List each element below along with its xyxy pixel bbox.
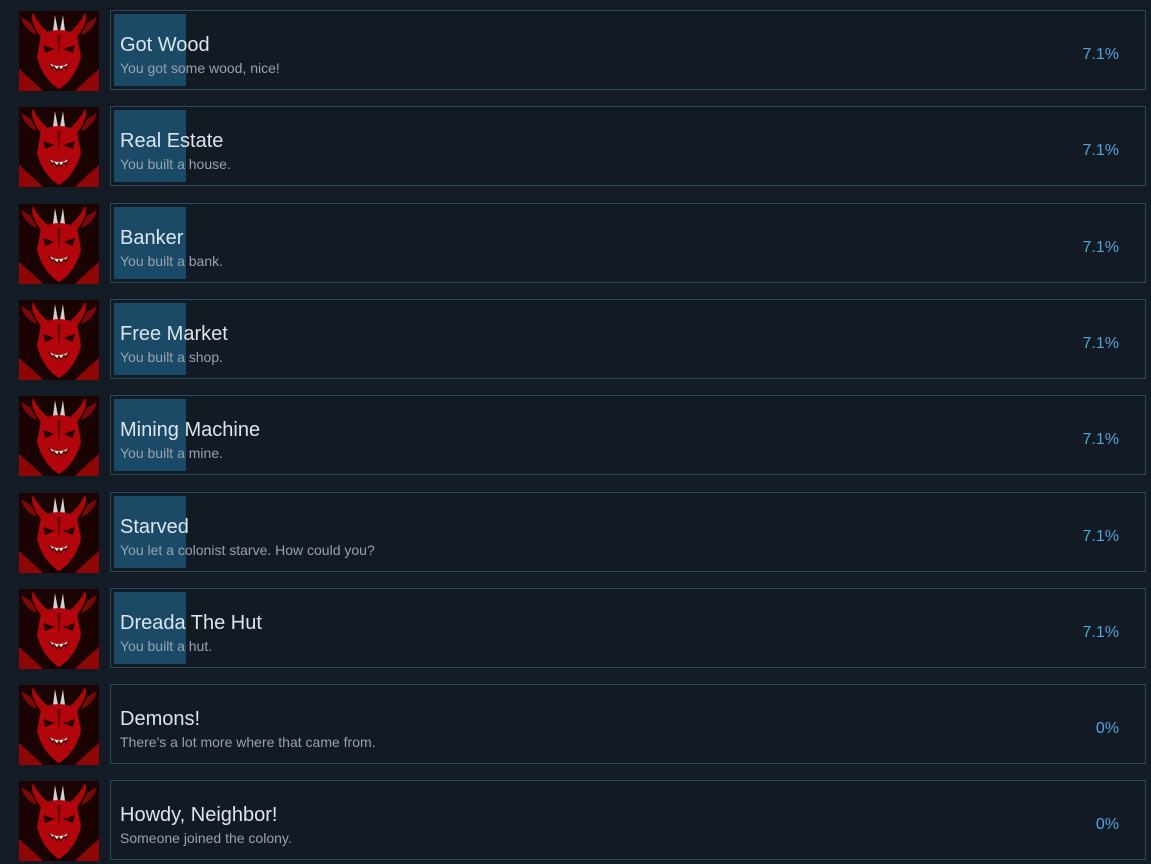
- achievement-panel: Free Market You built a shop. 7.1%: [110, 298, 1146, 379]
- unlock-percentage: 7.1%: [1082, 334, 1119, 352]
- achievement-description: You built a hut.: [120, 637, 213, 654]
- achievement-panel: Howdy, Neighbor! Someone joined the colo…: [110, 780, 1146, 861]
- achievement-description: You built a mine.: [120, 445, 223, 462]
- achievement-description: You built a shop.: [120, 348, 224, 365]
- achievement-description: You got some wood, nice!: [120, 60, 280, 76]
- achievement-row: Got Wood You got some wood, nice! 7.1%: [0, 10, 1151, 91]
- achievement-title: Real Estate: [120, 130, 224, 153]
- achievement-row: Starved You let a colonist starve. How c…: [0, 491, 1151, 573]
- achievement-description: There's a lot more where that came from.: [120, 734, 376, 751]
- achievement-title: Free Market: [120, 322, 228, 345]
- achievement-description: You let a colonist starve. How could you…: [120, 541, 375, 558]
- achievement-panel: Real Estate You built a house. 7.1%: [110, 106, 1146, 187]
- achievement-row: Dreada The Hut You built a hut. 7.1%: [0, 587, 1151, 669]
- achievement-row: Free Market You built a shop. 7.1%: [0, 298, 1151, 380]
- red-demon-icon: [19, 685, 99, 766]
- red-demon-icon: [19, 781, 99, 862]
- achievement-panel: Dreada The Hut You built a hut. 7.1%: [110, 587, 1146, 668]
- red-demon-icon: [19, 492, 99, 573]
- unlock-percentage: 0%: [1095, 720, 1119, 738]
- achievement-title: Got Wood: [120, 34, 210, 56]
- achievement-row: Mining Machine You built a mine. 7.1%: [0, 395, 1151, 477]
- achievement-row: Demons! There's a lot more where that ca…: [0, 684, 1151, 766]
- achievement-title: Demons!: [120, 708, 201, 731]
- achievement-description: You built a bank.: [120, 252, 224, 269]
- red-demon-icon: [19, 203, 99, 284]
- unlock-percentage: 7.1%: [1082, 46, 1119, 63]
- achievement-row: Banker You built a bank. 7.1%: [0, 202, 1151, 284]
- achievement-row: Real Estate You built a house. 7.1%: [0, 106, 1151, 188]
- achievement-panel: Got Wood You got some wood, nice! 7.1%: [110, 10, 1146, 90]
- unlock-percentage: 7.1%: [1082, 238, 1119, 256]
- achievement-title: Howdy, Neighbor!: [120, 804, 278, 827]
- unlock-percentage: 7.1%: [1082, 142, 1119, 160]
- achievement-panel: Demons! There's a lot more where that ca…: [110, 684, 1146, 765]
- red-demon-icon: [19, 588, 99, 669]
- achievement-title: Starved: [120, 515, 189, 538]
- unlock-percentage: 7.1%: [1082, 527, 1119, 545]
- unlock-percentage: 7.1%: [1082, 431, 1119, 449]
- unlock-percentage: 7.1%: [1082, 623, 1119, 641]
- achievement-title: Dreada The Hut: [120, 611, 262, 634]
- unlock-percentage: 0%: [1095, 816, 1119, 834]
- red-demon-icon: [19, 396, 99, 477]
- achievement-description: You built a house.: [120, 156, 231, 173]
- red-demon-icon: [19, 11, 99, 91]
- red-demon-icon: [19, 299, 99, 380]
- achievement-panel: Mining Machine You built a mine. 7.1%: [110, 395, 1146, 476]
- achievement-row: Howdy, Neighbor! Someone joined the colo…: [0, 780, 1151, 862]
- achievement-panel: Banker You built a bank. 7.1%: [110, 202, 1146, 283]
- achievement-title: Mining Machine: [120, 419, 261, 442]
- achievement-title: Banker: [120, 226, 184, 249]
- achievement-panel: Starved You let a colonist starve. How c…: [110, 491, 1146, 572]
- achievement-list: Got Wood You got some wood, nice! 7.1% R…: [0, 0, 1151, 864]
- achievement-description: Someone joined the colony.: [120, 830, 292, 847]
- red-demon-icon: [19, 107, 99, 188]
